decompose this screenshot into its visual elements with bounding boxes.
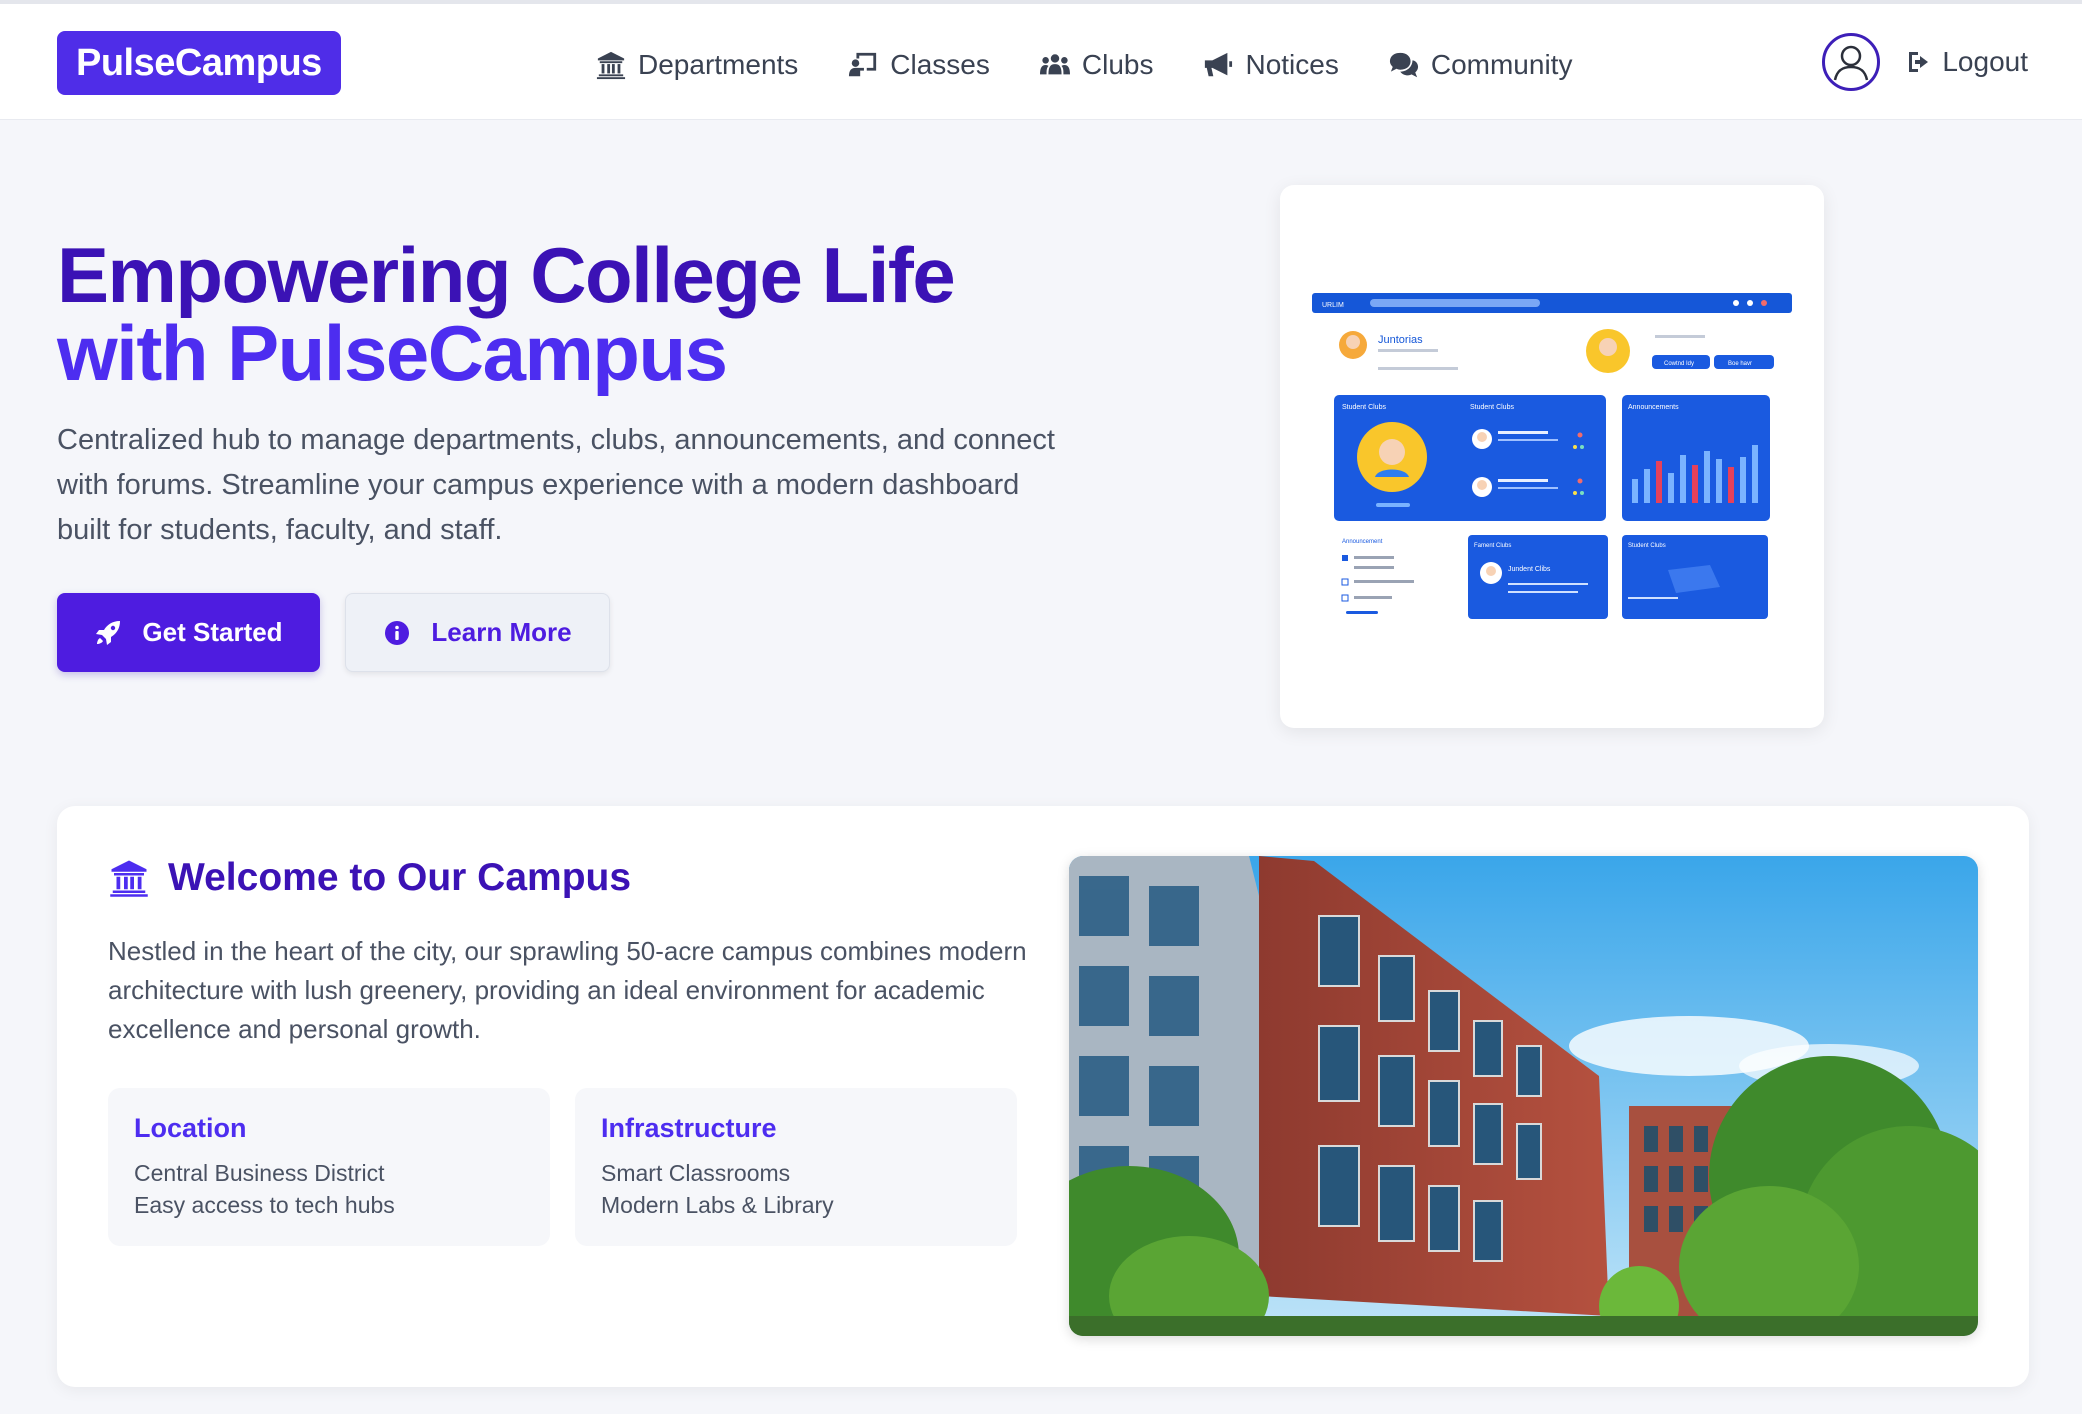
preview-button-1: Cowtnd Idy bbox=[1664, 361, 1694, 367]
info-box-title: Location bbox=[134, 1113, 247, 1143]
info-box-line: Modern Labs & Library bbox=[601, 1192, 834, 1218]
info-box-line: Easy access to tech hubs bbox=[134, 1192, 395, 1218]
preview-mini-bar bbox=[1704, 451, 1710, 503]
campus-building-photo bbox=[1069, 856, 1978, 1336]
location-info-box: Location Central Business District Easy … bbox=[108, 1088, 550, 1246]
main-nav: Departments Classes Clubs Notices Commun… bbox=[596, 38, 1622, 92]
info-box-title: Infrastructure bbox=[601, 1113, 777, 1143]
info-circle-icon bbox=[385, 620, 410, 645]
infrastructure-info-box: Infrastructure Smart Classrooms Modern L… bbox=[575, 1088, 1017, 1246]
nav-label: Clubs bbox=[1081, 49, 1154, 80]
nav-label: Community bbox=[1430, 49, 1573, 80]
preview-mini-bar bbox=[1656, 461, 1662, 503]
preview-panel-label-3: Announcements bbox=[1628, 404, 1679, 411]
top-navbar: PulseCampus Departments Classes Clubs No… bbox=[0, 4, 2082, 120]
preview-panel-label-6: Student Clubs bbox=[1628, 543, 1666, 549]
preview-header-label: URLIM bbox=[1322, 302, 1344, 309]
learn-more-button[interactable]: Learn More bbox=[345, 593, 610, 672]
users-icon bbox=[1039, 54, 1070, 75]
logout-label: Logout bbox=[1942, 46, 2028, 77]
info-box-line: Central Business District bbox=[134, 1160, 385, 1186]
sign-out-icon bbox=[1909, 52, 1929, 72]
welcome-heading: Welcome to Our Campus bbox=[108, 856, 631, 900]
preview-panel-label-4: Announcement bbox=[1342, 539, 1383, 545]
dashboard-preview-card: URLIM Juntorias Cowtnd Idy Boe havr Stud… bbox=[1280, 185, 1824, 728]
preview-mini-bar bbox=[1728, 467, 1734, 503]
get-started-button[interactable]: Get Started bbox=[57, 593, 320, 672]
preview-mini-bar bbox=[1644, 469, 1650, 503]
megaphone-icon bbox=[1205, 52, 1233, 77]
comments-icon bbox=[1389, 52, 1418, 78]
hero-title: Empowering College Life with PulseCampus bbox=[57, 236, 1157, 392]
preview-mini-bar bbox=[1632, 479, 1638, 503]
user-icon bbox=[1834, 45, 1869, 81]
preview-mini-bar bbox=[1752, 445, 1758, 503]
info-box-line: Smart Classrooms bbox=[601, 1160, 791, 1186]
get-started-label: Get Started bbox=[142, 617, 283, 647]
brand-logo[interactable]: PulseCampus bbox=[57, 31, 341, 95]
hero-title-line2: with PulseCampus bbox=[57, 309, 728, 397]
university-icon bbox=[596, 51, 626, 80]
preview-mini-bar bbox=[1680, 455, 1686, 503]
preview-panel-label-5: Fament Clubs bbox=[1474, 543, 1511, 549]
preview-button-2: Boe havr bbox=[1728, 361, 1752, 367]
dashboard-preview-illustration: URLIM Juntorias Cowtnd Idy Boe havr Stud… bbox=[1312, 293, 1792, 619]
nav-label: Notices bbox=[1245, 49, 1339, 80]
campus-building-illustration bbox=[1069, 856, 1978, 1336]
user-area: Logout bbox=[1822, 33, 2028, 91]
nav-label: Classes bbox=[890, 49, 990, 80]
nav-label: Departments bbox=[638, 49, 799, 80]
preview-panel-label-7: Jundent Clibs bbox=[1508, 566, 1551, 573]
rocket-icon bbox=[96, 620, 121, 645]
hero-description: Centralized hub to manage departments, c… bbox=[57, 424, 1055, 546]
preview-panel-label-2: Student Clubs bbox=[1470, 404, 1514, 411]
nav-item-clubs[interactable]: Clubs bbox=[1039, 38, 1154, 92]
preview-mini-bar bbox=[1692, 465, 1698, 503]
chalkboard-teacher-icon bbox=[849, 52, 877, 77]
nav-item-community[interactable]: Community bbox=[1389, 38, 1573, 92]
nav-item-departments[interactable]: Departments bbox=[596, 38, 798, 92]
preview-profile-name: Juntorias bbox=[1378, 334, 1423, 346]
preview-mini-bar bbox=[1668, 473, 1674, 503]
learn-more-label: Learn More bbox=[431, 617, 572, 647]
welcome-heading-text: Welcome to Our Campus bbox=[168, 856, 632, 899]
preview-mini-bar bbox=[1740, 457, 1746, 503]
nav-item-classes[interactable]: Classes bbox=[848, 38, 990, 92]
nav-item-notices[interactable]: Notices bbox=[1203, 38, 1339, 92]
logout-button[interactable]: Logout bbox=[1906, 46, 2028, 78]
university-icon bbox=[110, 860, 148, 897]
welcome-description: Nestled in the heart of the city, our sp… bbox=[108, 936, 1027, 1044]
preview-panel-label-1: Student Clubs bbox=[1342, 404, 1386, 411]
preview-mini-bar bbox=[1716, 459, 1722, 503]
hero-title-line1: Empowering College Life bbox=[57, 231, 956, 319]
user-avatar[interactable] bbox=[1822, 33, 1881, 91]
